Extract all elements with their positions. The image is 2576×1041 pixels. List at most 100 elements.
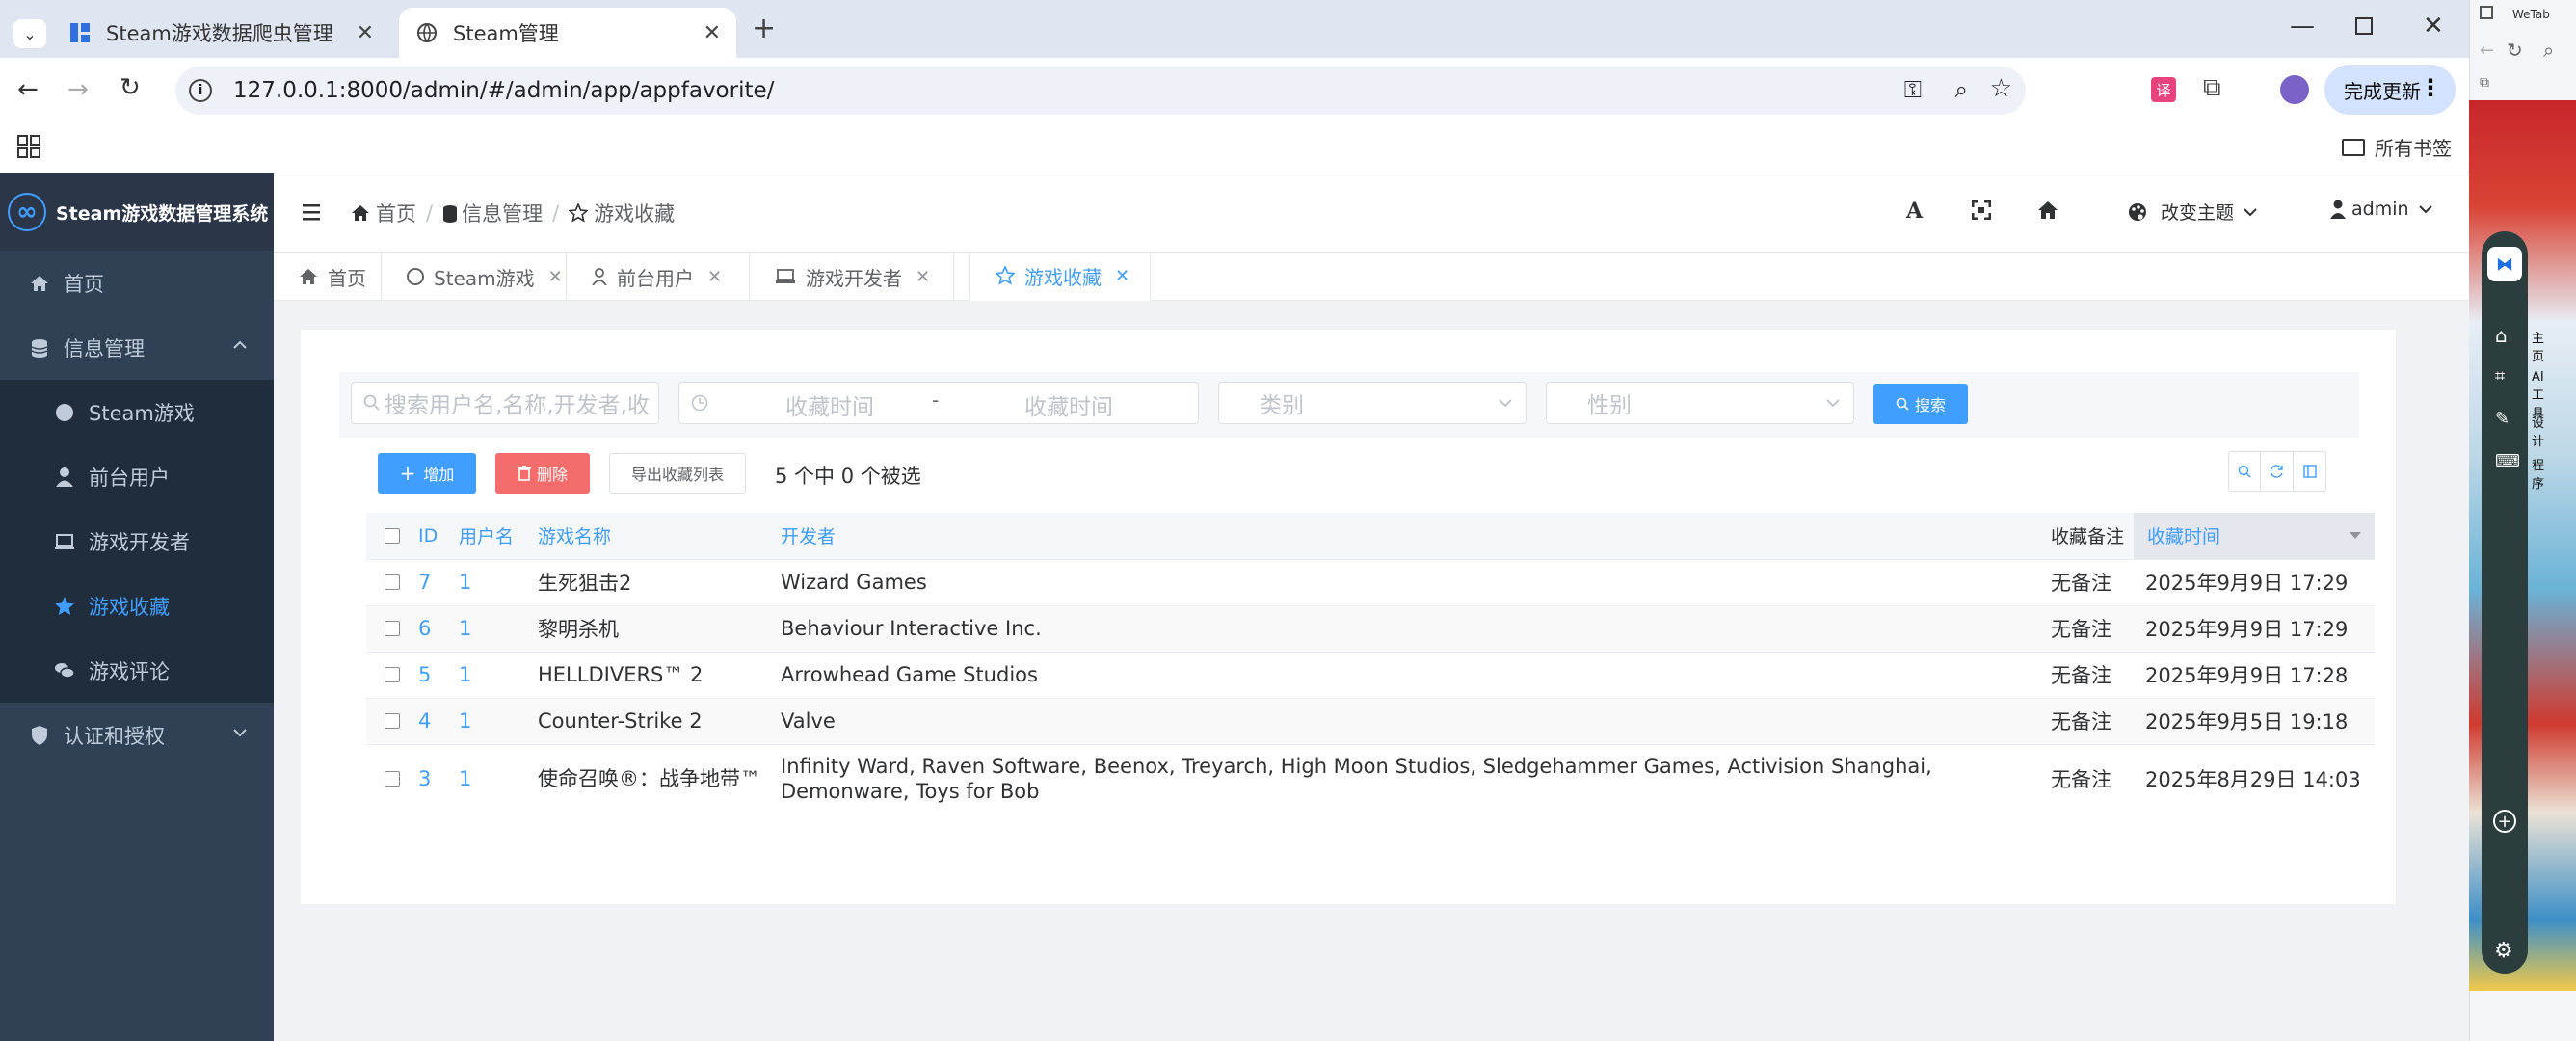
row-id[interactable]: 3	[418, 743, 459, 814]
gender-select[interactable]: 性别	[1546, 382, 1854, 424]
program-icon[interactable]: ⌨	[2495, 451, 2520, 471]
user-menu[interactable]: admin	[2330, 199, 2432, 220]
tab-steam-games[interactable]: Steam游戏 ✕	[382, 253, 567, 301]
refresh-button[interactable]	[2261, 451, 2294, 492]
row-user[interactable]: 1	[459, 697, 538, 744]
settings-gear-icon[interactable]: ⚙	[2494, 939, 2513, 963]
breadcrumb-info[interactable]: 信息管理	[462, 199, 543, 227]
col-username[interactable]: 用户名	[459, 513, 538, 559]
row-user[interactable]: 1	[459, 558, 538, 605]
table-row[interactable]: 5 1 HELLDIVERS™ 2 Arrowhead Game Studios…	[366, 651, 2375, 698]
row-user[interactable]: 1	[459, 651, 538, 698]
close-icon[interactable]: ✕	[1115, 266, 1129, 286]
reload-icon[interactable]: ↻	[120, 73, 141, 102]
close-icon[interactable]: ✕	[707, 267, 722, 287]
sort-desc-icon[interactable]	[2350, 532, 2361, 539]
tab-search-icon[interactable]: ⌄	[13, 19, 46, 48]
sidebar-item-home[interactable]: 首页	[0, 251, 274, 315]
sidebar-item-developers[interactable]: 游戏开发者	[0, 509, 274, 574]
side-bookmark-icon[interactable]: ⧉	[2480, 75, 2489, 91]
table-search-button[interactable]	[2228, 451, 2261, 492]
browser-tab-1[interactable]: Steam游戏数据爬虫管理 ✕	[52, 8, 389, 58]
tab-developers[interactable]: 游戏开发者 ✕	[750, 253, 954, 301]
extensions-icon[interactable]: ⧉	[2203, 73, 2221, 103]
col-id[interactable]: ID	[418, 513, 459, 559]
add-button[interactable]: + 增加	[378, 453, 476, 494]
bookmark-star-icon[interactable]: ☆	[1990, 74, 2012, 103]
new-tab-icon[interactable]: +	[752, 12, 776, 45]
row-id[interactable]: 5	[418, 651, 459, 698]
password-key-icon[interactable]: ⚿	[1904, 76, 1922, 103]
sidebar-item-front-users[interactable]: 前台用户	[0, 444, 274, 509]
translate-ext-icon[interactable]: 译	[2151, 77, 2176, 102]
row-id[interactable]: 7	[418, 558, 459, 605]
table-row[interactable]: 7 1 生死狙击2 Wizard Games 无备注 2025年9月9日 17:…	[366, 558, 2375, 605]
back-icon[interactable]: ←	[17, 75, 39, 104]
table-row[interactable]: 4 1 Counter-Strike 2 Valve 无备注 2025年9月5日…	[366, 697, 2375, 744]
close-icon[interactable]: ✕	[916, 267, 930, 287]
col-developer[interactable]: 开发者	[781, 513, 2051, 559]
breadcrumb-home[interactable]: 首页	[376, 199, 416, 227]
row-checkbox[interactable]	[385, 713, 400, 729]
more-vertical-icon[interactable]: ⋮	[2419, 74, 2442, 101]
minimize-icon[interactable]: —	[2290, 12, 2315, 40]
search-button[interactable]: 搜索	[1873, 384, 1968, 424]
side-reload-icon[interactable]: ↻	[2507, 39, 2523, 62]
address-bar[interactable]: i 127.0.0.1:8000/admin/#/admin/app/appfa…	[175, 67, 2026, 115]
tab-favorites[interactable]: 游戏收藏 ✕	[969, 253, 1151, 301]
sidebar-item-steam-games[interactable]: Steam游戏	[0, 380, 274, 444]
columns-button[interactable]	[2294, 451, 2326, 492]
browser-tab-2[interactable]: Steam管理 ✕	[399, 8, 736, 58]
row-checkbox[interactable]	[385, 621, 400, 636]
delete-button[interactable]: 删除	[495, 453, 590, 494]
update-button[interactable]: 完成更新 ⋮	[2324, 65, 2456, 115]
hamburger-icon[interactable]	[303, 202, 324, 222]
zoom-icon[interactable]: ⌕	[1955, 76, 1968, 103]
sidebar-group-auth[interactable]: 认证和授权	[0, 703, 274, 767]
row-checkbox[interactable]	[385, 574, 400, 590]
side-back-icon[interactable]: ←	[2480, 40, 2494, 61]
restore-icon[interactable]	[2355, 17, 2373, 35]
design-icon[interactable]: ✎	[2495, 409, 2510, 429]
sidebar-item-reviews[interactable]: 游戏评论	[0, 638, 274, 703]
site-info-icon[interactable]: i	[189, 79, 212, 102]
row-id[interactable]: 4	[418, 697, 459, 744]
sidebar-group-info[interactable]: 信息管理	[0, 315, 274, 380]
side-search-icon[interactable]: ⌕	[2543, 39, 2554, 62]
add-icon[interactable]: +	[2493, 810, 2516, 833]
search-input[interactable]: 搜索用户名,名称,开发者,收	[351, 382, 659, 424]
theme-switcher[interactable]: 改变主题	[2128, 199, 2257, 225]
font-size-icon[interactable]: A	[1906, 199, 1923, 224]
system-logo[interactable]: ∞ Steam游戏数据管理系统	[0, 174, 274, 251]
home-page-icon[interactable]	[2037, 200, 2058, 220]
tab-home[interactable]: 首页	[274, 253, 382, 301]
category-select[interactable]: 类别	[1218, 382, 1527, 424]
sidebar-item-favorites[interactable]: 游戏收藏	[0, 574, 274, 638]
export-button[interactable]: 导出收藏列表	[609, 453, 746, 494]
forward-icon[interactable]: →	[67, 75, 89, 104]
row-user[interactable]: 1	[459, 604, 538, 652]
date-range-picker[interactable]: 收藏时间 - 收藏时间	[678, 382, 1199, 424]
select-all-checkbox[interactable]	[385, 527, 400, 544]
row-id[interactable]: 6	[418, 604, 459, 652]
home-icon[interactable]: ⌂	[2495, 324, 2508, 347]
col-game-name[interactable]: 游戏名称	[538, 513, 781, 559]
row-checkbox[interactable]	[385, 667, 400, 682]
tab-front-users[interactable]: 前台用户 ✕	[567, 253, 750, 301]
close-icon[interactable]: ✕	[548, 267, 563, 287]
ai-tools-icon[interactable]: ⌗	[2495, 366, 2505, 387]
table-row[interactable]: 6 1 黎明杀机 Behaviour Interactive Inc. 无备注 …	[366, 604, 2375, 652]
table-row[interactable]: 3 1 使命召唤®：战争地带™ Infinity Ward, Raven Sof…	[366, 743, 2375, 814]
profile-avatar[interactable]	[2280, 75, 2309, 104]
close-icon[interactable]: ✕	[357, 21, 374, 45]
fullscreen-icon[interactable]	[1972, 200, 1991, 220]
close-icon[interactable]: ✕	[704, 21, 721, 45]
wetab-logo[interactable]: ⧓	[2487, 247, 2522, 281]
side-panel-icon[interactable]	[2480, 6, 2493, 19]
close-window-icon[interactable]: ✕	[2423, 12, 2444, 40]
col-time[interactable]: 收藏时间	[2134, 513, 2375, 559]
row-checkbox[interactable]	[385, 771, 400, 787]
apps-grid-icon[interactable]	[17, 135, 40, 158]
row-user[interactable]: 1	[459, 743, 538, 814]
all-bookmarks[interactable]: 所有书签	[2342, 133, 2452, 161]
